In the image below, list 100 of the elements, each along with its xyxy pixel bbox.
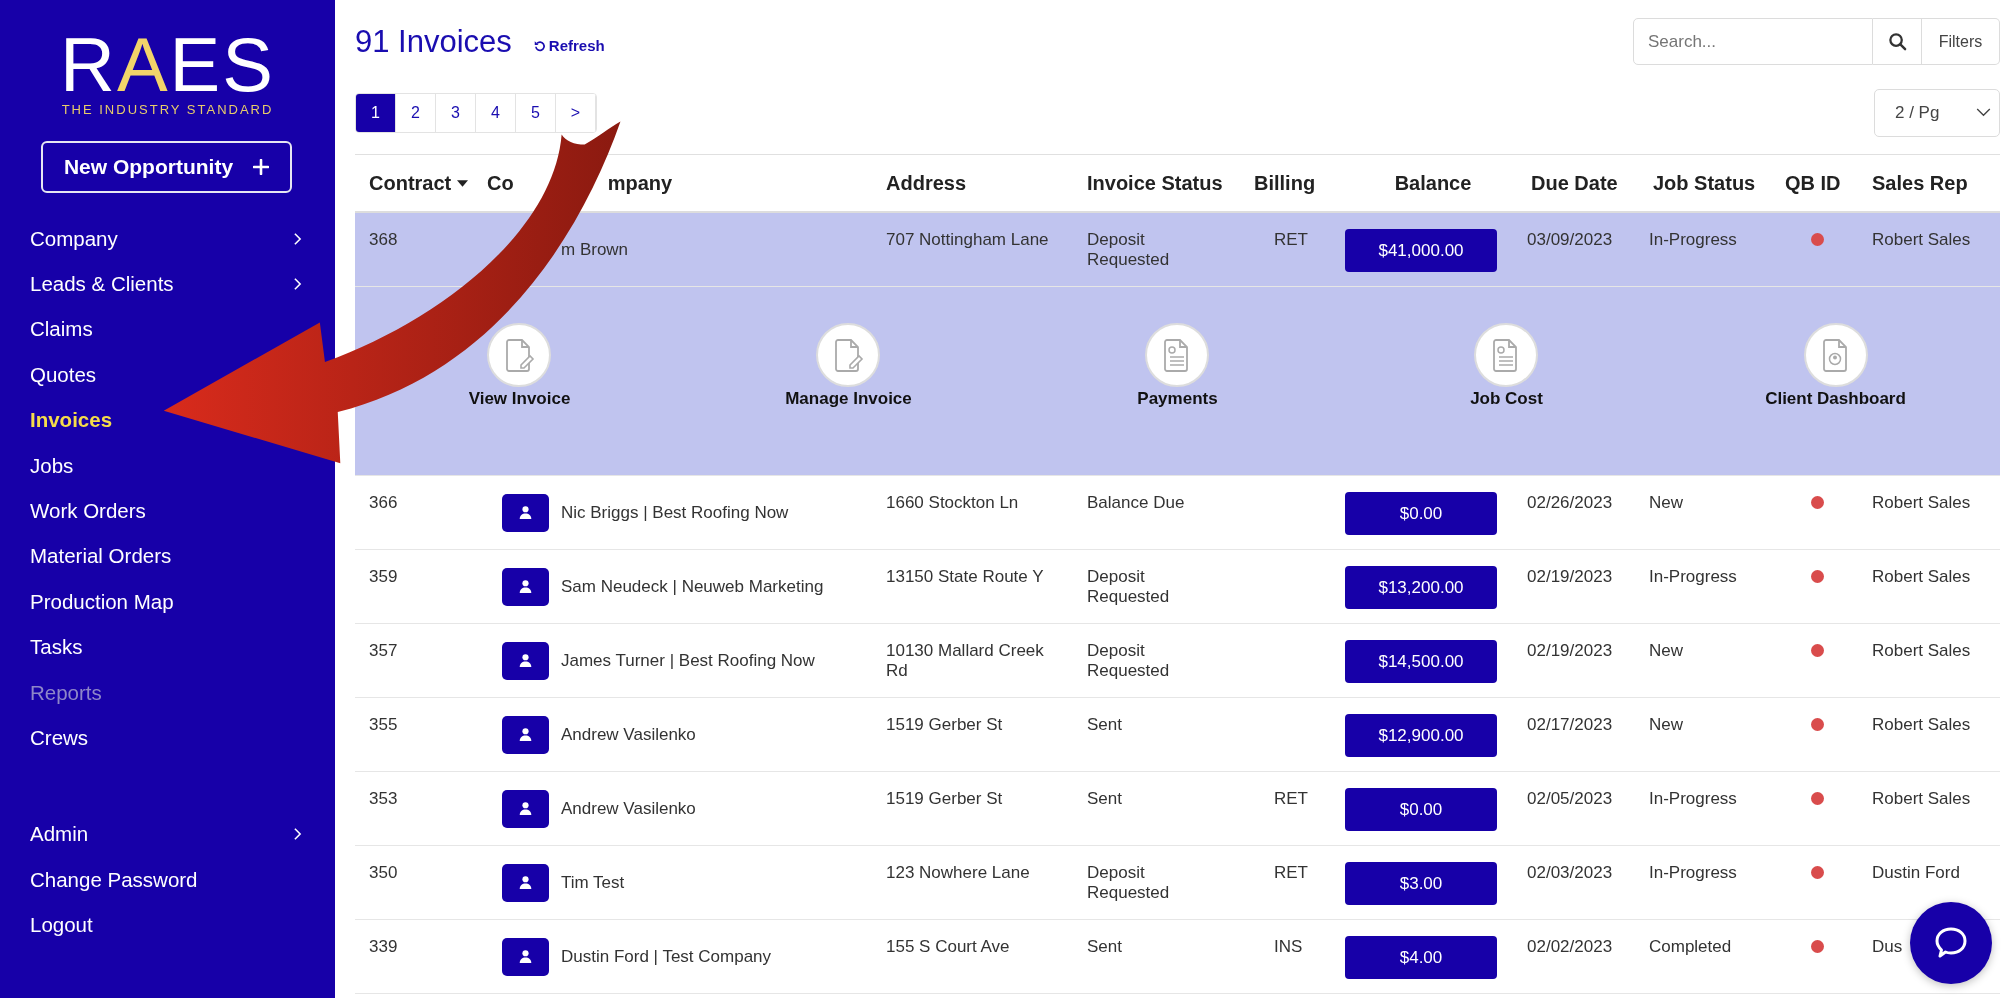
balance-button[interactable]: $14,500.00 [1345,640,1497,683]
column-header[interactable]: Balance [1394,171,1472,195]
table-row[interactable]: 353 Andrew Vasilenko 1519 Gerber St Sent RET $0.00 02/05/2023 In-Progress Robert Sales [355,772,2000,846]
table-cell: Andrew Vasilenko [561,724,696,745]
balance-button[interactable]: $41,000.00 [1345,229,1497,272]
refresh-link[interactable]: Refresh [533,37,605,54]
action-link[interactable]: Payments [1137,323,1218,409]
chat-button[interactable] [1910,902,1992,984]
column-header[interactable]: Job Status [1653,171,1756,195]
sidebar-item[interactable]: Material Orders [30,533,172,580]
sidebar-item[interactable]: Quotes [30,352,97,398]
table-row[interactable]: 350 Tim Test 123 Nowhere Lane Deposit Requested RET $3.00 02/03/2023 In-Progress Dustin Ford [355,846,2000,920]
column-header[interactable]: Due Date [1531,171,1618,195]
sidebar-item[interactable]: Leads & Clients [30,261,302,307]
table-cell: Sam Neudeck | Neuweb Marketing [561,576,824,597]
table-cell: 10130 Mallard Creek Rd [886,641,1044,680]
search-field[interactable]: Search... [1633,18,1873,65]
search-icon [1887,32,1907,51]
table-cell: 123 Nowhere Lane [886,863,1030,882]
logo-tagline: THE INDUSTRY STANDARD [61,102,274,117]
table-cell: Andrew Vasilenko [561,798,696,819]
table-cell: Nic Briggs | Best Roofing Now [561,502,789,523]
table-cell: Robert Sales [1872,493,1971,512]
column-header[interactable]: mpany [607,171,673,195]
table-cell: Dustin Ford [1872,863,1960,882]
table-cell: New [1649,715,1683,734]
balance-button[interactable]: $0.00 [1345,492,1497,535]
column-header[interactable]: Billing [1254,171,1316,195]
sidebar-item[interactable]: Admin [30,811,302,858]
action-link[interactable]: Client Dashboard [1765,323,1906,409]
table-row[interactable]: 357 James Turner | Best Roofing Now 10130 Mallard Creek Rd Deposit Requested $14,500.00 02/19/2023 New Robert Sales [355,624,2000,698]
table-cell: Robert Sales [1872,230,1971,249]
filters-button[interactable]: Filters [1922,18,2000,65]
person-avatar-icon [502,641,549,680]
table-cell-text: Sent [1087,715,1123,735]
table-cell-text: Sent [1087,937,1123,957]
balance-button[interactable]: $0.00 [1345,788,1497,831]
table-cell: 359 [369,567,398,586]
table-cell: Robert Sales [1872,641,1971,660]
page-button[interactable]: 1 [356,93,396,132]
action-link[interactable]: Job Cost [1470,323,1543,409]
table-cell: 02/03/2023 [1527,863,1613,882]
refresh-icon [533,39,546,52]
sidebar-item[interactable]: Company [30,216,302,262]
sidebar-item[interactable]: Claims [30,306,93,353]
table-cell: Robert Sales [1872,789,1971,808]
column-header[interactable]: QB ID [1785,171,1841,195]
table-row[interactable]: 366 Nic Briggs | Best Roofing Now 1660 Stockton Ln Balance Due $0.00 02/26/2023 New Robert Sales [355,476,2000,550]
per-page-select[interactable]: 2 / Pg [1874,88,2000,137]
table-cell: 155 S Court Ave [886,937,1010,956]
sidebar-item[interactable]: Production Map [30,579,174,625]
table-cell-text: Deposit Requested [1087,641,1171,681]
table-cell: 1519 Gerber St [886,715,1003,734]
sidebar-item[interactable]: Logout [30,902,93,948]
sidebar-item[interactable]: Work Orders [30,488,146,534]
balance-button[interactable]: $13,200.00 [1345,566,1497,609]
chevron-right-icon [293,277,302,292]
balance-button[interactable]: $4.00 [1345,936,1497,979]
table-cell: 02/17/2023 [1527,715,1613,734]
sidebar-item[interactable]: Tasks [30,624,83,670]
table-cell: Completed [1649,937,1732,956]
table-cell: New [1649,493,1683,512]
column-header[interactable]: Co [487,171,514,195]
balance-button[interactable]: $12,900.00 [1345,714,1497,757]
sidebar-item[interactable]: Change Password [30,857,198,903]
table-cell: In-Progress [1649,789,1737,808]
sidebar-item[interactable]: Jobs [30,442,74,489]
action-link[interactable]: View Invoice [468,323,571,409]
sidebar-item[interactable]: Crews [30,715,89,761]
table-cell: 1660 Stockton Ln [886,493,1019,512]
table-cell: Dustin Ford | Test Company [561,946,772,967]
table-cell: RET [1274,863,1308,882]
table-cell: Dus [1872,937,1903,956]
person-avatar-icon [502,937,549,976]
column-header[interactable]: Sales Rep [1872,171,1968,195]
search-button[interactable] [1873,18,1922,65]
table-row[interactable]: 359 Sam Neudeck | Neuweb Marketing 13150 State Route Y Deposit Requested $13,200.00 02/19/2023 In-Progress Robert Sales [355,550,2000,624]
person-avatar-icon [502,863,549,902]
table-cell: 02/05/2023 [1527,789,1613,808]
table-cell: Robert Sales [1872,567,1971,586]
table-cell: 707 Nottingham Lane [886,230,1049,249]
chevron-down-icon [1976,108,1991,117]
table-cell: 355 [369,715,398,734]
table-cell: 368 [369,230,398,249]
person-avatar-icon [502,715,549,754]
action-link[interactable]: Manage Invoice [785,323,912,409]
column-header[interactable]: Address [886,171,967,195]
table-cell: 353 [369,789,398,808]
column-header[interactable]: Invoice Status [1087,171,1223,195]
table-cell: RET [1274,230,1308,249]
table-cell: 339 [369,937,398,956]
table-row[interactable]: 355 Andrew Vasilenko 1519 Gerber St Sent $12,900.00 02/17/2023 New Robert Sales [355,698,2000,772]
table-cell: 03/09/2023 [1527,230,1613,249]
person-avatar-icon [502,789,549,828]
balance-button[interactable]: $3.00 [1345,862,1497,905]
new-opportunity-button[interactable]: New Opportunity [41,141,292,193]
table-cell: 02/26/2023 [1527,493,1613,512]
column-header[interactable]: Contract [369,171,469,195]
sidebar-item[interactable]: Invoices [30,397,113,443]
table-row[interactable]: 368 m Brown 707 Nottingham Lane Deposit Requested RET $41,000.00 03/09/2023 In-Progress Robert Sales [355,213,2000,287]
